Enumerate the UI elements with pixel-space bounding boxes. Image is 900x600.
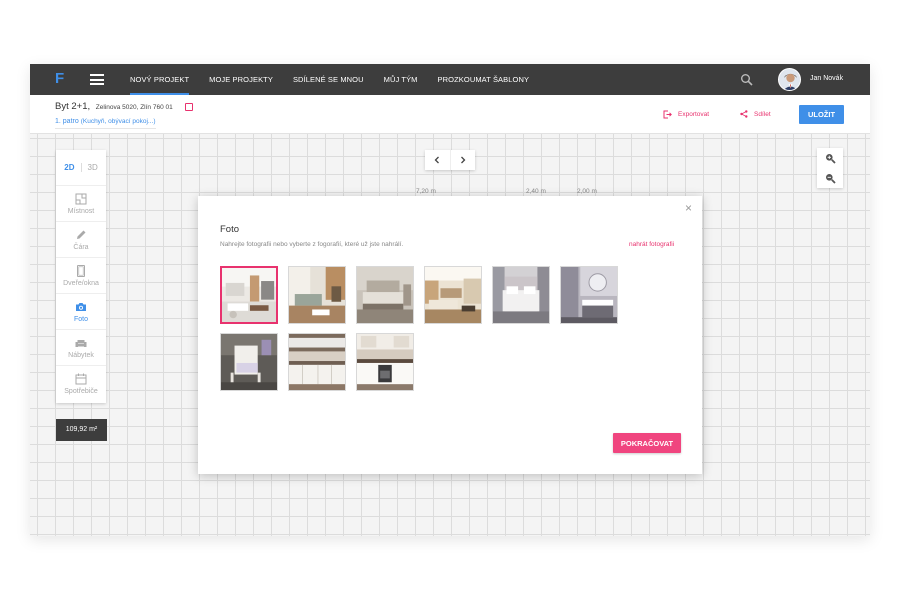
interior-photo xyxy=(357,334,413,390)
interior-photo xyxy=(357,267,413,323)
export-label: Exportovat xyxy=(678,111,710,118)
photo-grid xyxy=(220,266,685,391)
dialog-subtitle: Nahrejte fotografii nebo vyberte z fogor… xyxy=(220,241,404,248)
dimension-label: 7,20 m xyxy=(416,188,436,195)
tool-panel: 2D 3D Místnost Čára Dveře/okna Foto Náby… xyxy=(56,150,106,403)
photo-thumbnail[interactable] xyxy=(288,333,346,391)
tool-photo[interactable]: Foto xyxy=(56,294,106,330)
nav-shared-with-me[interactable]: SDÍLENÉ SE MNOU xyxy=(283,64,374,95)
interior-photo xyxy=(561,267,617,323)
chevron-right-icon xyxy=(460,156,466,164)
main-nav: NOVÝ PROJEKT MOJE PROJEKTY SDÍLENÉ SE MN… xyxy=(120,64,539,95)
dimension-label: 2,00 m xyxy=(577,188,597,195)
project-address: Zelinova 5020, Zlín 760 01 xyxy=(95,104,173,111)
menu-icon[interactable] xyxy=(90,74,104,85)
door-icon xyxy=(77,264,85,277)
tool-appliances[interactable]: Spotřebiče xyxy=(56,366,106,402)
nav-explore-templates[interactable]: PROZKOUMAT ŠABLONY xyxy=(428,64,540,95)
zoom-out-icon xyxy=(825,173,836,184)
tool-label: Místnost xyxy=(67,207,95,215)
share-label: Sdílet xyxy=(754,110,771,118)
zoom-controls xyxy=(817,148,843,188)
room-icon xyxy=(75,193,87,204)
tool-label: Dveře/okna xyxy=(63,279,99,287)
tool-furniture[interactable]: Nábytek xyxy=(56,330,106,366)
export-button[interactable]: Exportovat xyxy=(663,110,709,119)
project-header: Byt 2+1, Zelinova 5020, Zlín 760 01 1. p… xyxy=(30,95,870,134)
photo-dialog: × Foto Nahrejte fotografii nebo vyberte … xyxy=(198,196,702,474)
photo-thumbnail[interactable] xyxy=(220,333,278,391)
user-name[interactable]: Jan Novák xyxy=(810,75,843,82)
upload-photo-link[interactable]: nahrát fotografii xyxy=(629,241,674,248)
tool-label: Foto xyxy=(73,315,88,323)
tool-doors-windows[interactable]: Dveře/okna xyxy=(56,258,106,294)
photo-thumbnail[interactable] xyxy=(560,266,618,324)
view-mode-toggle: 2D 3D xyxy=(56,150,106,186)
tool-line[interactable]: Čára xyxy=(56,222,106,258)
tool-room[interactable]: Místnost xyxy=(56,186,106,222)
interior-photo xyxy=(289,267,345,323)
search-icon[interactable] xyxy=(740,73,754,87)
floor-name: 1. patro xyxy=(55,118,79,125)
nav-my-team[interactable]: MŮJ TÝM xyxy=(374,64,428,95)
pencil-icon xyxy=(77,230,86,239)
prev-button[interactable] xyxy=(425,150,451,170)
close-icon[interactable]: × xyxy=(685,202,692,214)
photo-thumbnail[interactable] xyxy=(288,266,346,324)
interior-photo xyxy=(289,334,345,390)
photo-thumbnail[interactable] xyxy=(356,266,414,324)
dialog-title: Foto xyxy=(220,224,240,235)
avatar[interactable] xyxy=(778,68,801,91)
appliance-icon xyxy=(75,373,87,385)
next-button[interactable] xyxy=(451,150,476,170)
mode-2d-button[interactable]: 2D xyxy=(58,163,80,172)
navigation-arrows xyxy=(425,150,475,170)
tool-label: Čára xyxy=(73,243,89,251)
chevron-left-icon xyxy=(434,156,440,164)
dimension-label: 2,40 m xyxy=(526,188,546,195)
top-navbar: F NOVÝ PROJEKT MOJE PROJEKTY SDÍLENÉ SE … xyxy=(30,64,870,95)
tool-label: Nábytek xyxy=(68,351,94,359)
share-button[interactable]: Sdílet xyxy=(740,110,771,118)
tool-label: Spotřebiče xyxy=(64,388,98,395)
zoom-in-button[interactable] xyxy=(817,148,843,168)
nav-new-project[interactable]: NOVÝ PROJEKT xyxy=(120,64,199,95)
share-icon xyxy=(740,110,748,118)
photo-thumbnail[interactable] xyxy=(424,266,482,324)
app-logo[interactable]: F xyxy=(55,70,64,87)
continue-button[interactable]: POKRAČOVAT xyxy=(613,433,681,453)
interior-photo xyxy=(493,267,549,323)
interior-photo xyxy=(221,334,277,390)
photo-thumbnail[interactable] xyxy=(492,266,550,324)
photo-thumbnail[interactable] xyxy=(356,333,414,391)
app-window: F NOVÝ PROJEKT MOJE PROJEKTY SDÍLENÉ SE … xyxy=(30,64,870,536)
zoom-in-icon xyxy=(825,153,836,164)
nav-my-projects[interactable]: MOJE PROJEKTY xyxy=(199,64,283,95)
interior-photo xyxy=(425,267,481,323)
camera-icon xyxy=(76,302,86,311)
mode-3d-button[interactable]: 3D xyxy=(80,163,104,172)
export-icon xyxy=(663,110,672,119)
zoom-out-button[interactable] xyxy=(817,168,843,188)
photo-thumbnail[interactable] xyxy=(220,266,278,324)
floor-rooms: (Kuchyň, obývací pokoj...) xyxy=(80,118,156,125)
project-name: Byt 2+1, xyxy=(55,101,91,112)
floor-selector[interactable]: 1. patro (Kuchyň, obývací pokoj...) xyxy=(55,118,156,129)
area-badge: 109,92 m² xyxy=(56,419,107,441)
save-button[interactable]: ULOŽIT xyxy=(799,105,844,124)
edit-icon[interactable] xyxy=(185,103,193,111)
interior-photo xyxy=(222,268,276,322)
sofa-icon xyxy=(75,339,87,347)
project-title: Byt 2+1, Zelinova 5020, Zlín 760 01 xyxy=(55,101,173,112)
